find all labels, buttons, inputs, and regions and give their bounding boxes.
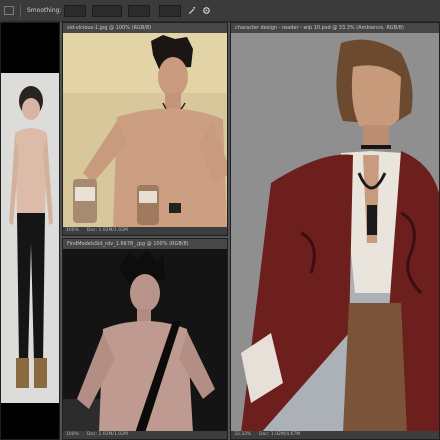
- mode-select[interactable]: [92, 4, 123, 17]
- document-right[interactable]: character design - reader - wip 10.psd @…: [230, 22, 440, 440]
- canvas-bottom-center: [63, 249, 227, 431]
- options-bar: Smoothing:: [0, 0, 440, 22]
- document-bottom-center[interactable]: FindModelsSid_rdv_1.6678_.jpg @ 100% (RG…: [62, 238, 228, 440]
- document-top-center[interactable]: sid-vicious-1.jpg @ 100% (RGB/8) 100% Do…: [62, 22, 228, 236]
- smoothing-input[interactable]: [64, 4, 87, 17]
- flow-input[interactable]: [159, 4, 182, 17]
- status-bar-top-center: 100% Doc: 1.02M/1.02M: [63, 227, 227, 235]
- zoom-readout[interactable]: 100%: [66, 431, 79, 439]
- canvas-left: [1, 23, 59, 439]
- model-photo: [1, 23, 59, 439]
- document-left[interactable]: [0, 22, 60, 440]
- zoom-readout[interactable]: 100%: [66, 227, 79, 235]
- smoothing-label: Smoothing:: [27, 7, 62, 14]
- airbrush-icon[interactable]: [187, 6, 196, 15]
- separator: [20, 4, 21, 17]
- character-painting: [231, 33, 439, 431]
- status-bar-bottom-center: 100% Doc: 1.02M/1.02M: [63, 431, 227, 439]
- opacity-input[interactable]: [128, 4, 151, 17]
- doc-size-readout: Doc: 1.02M/1.02M: [86, 228, 128, 233]
- flow-field: [156, 4, 182, 17]
- gear-icon[interactable]: [202, 6, 211, 15]
- doc-size-readout: Doc: 1.02M/4.67M: [259, 432, 301, 437]
- zoom-readout[interactable]: 33.33%: [234, 431, 251, 439]
- smoothing-field: Smoothing:: [27, 4, 87, 17]
- canvas-top-center: [63, 33, 227, 227]
- canvas-right: [231, 33, 439, 431]
- photo-stage: [63, 249, 227, 431]
- photo-shirtless: [63, 33, 227, 227]
- status-bar-right: 33.33% Doc: 1.02M/4.67M: [231, 431, 439, 439]
- brush-preset-icon[interactable]: [4, 6, 14, 15]
- doc-size-readout: Doc: 1.02M/1.02M: [86, 432, 128, 437]
